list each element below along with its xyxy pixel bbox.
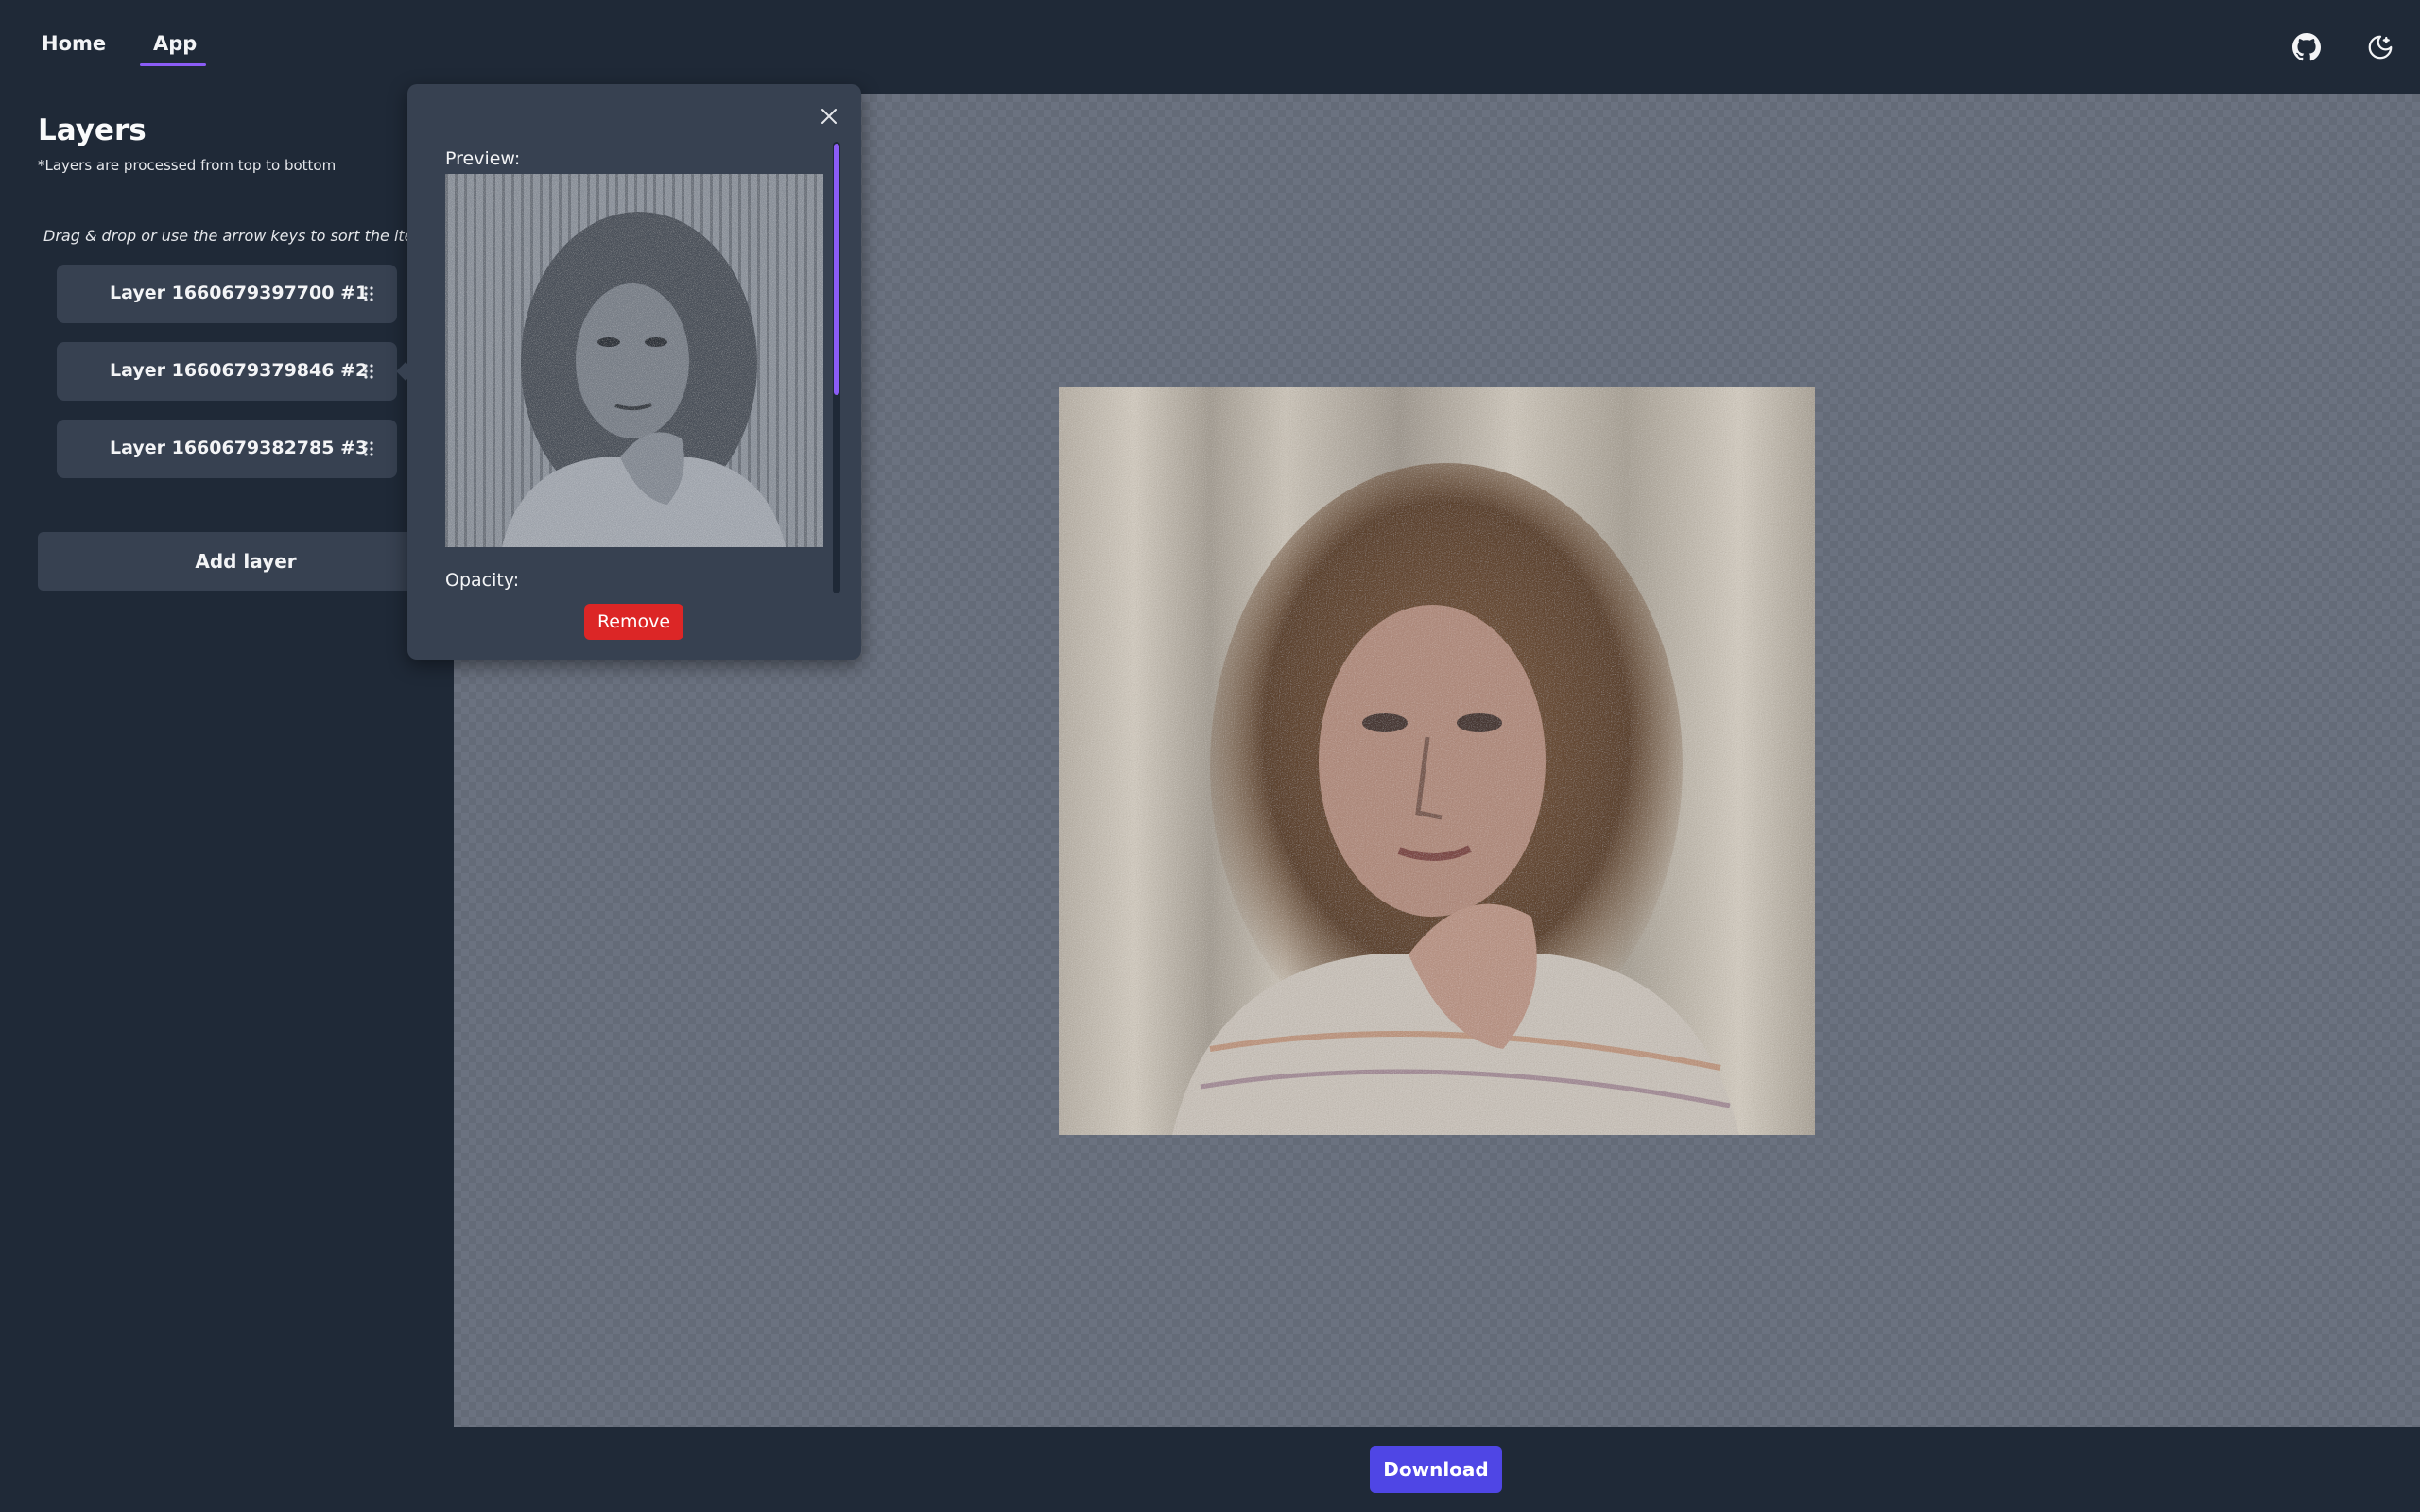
top-nav-bar: Home App <box>0 0 2420 94</box>
opacity-label: Opacity: <box>445 570 520 591</box>
github-icon[interactable] <box>2288 28 2325 66</box>
preview-image <box>445 174 823 547</box>
layer-list-item[interactable]: Layer 1660679379846 #2 <box>57 342 397 401</box>
drag-handle-icon[interactable] <box>361 439 376 458</box>
popover-scrollbar-thumb[interactable] <box>834 144 839 395</box>
layer-label: Layer 1660679397700 #1 <box>110 283 369 303</box>
layer-label: Layer 1660679382785 #3 <box>110 438 369 458</box>
close-icon[interactable] <box>815 102 843 130</box>
layer-list-item[interactable]: Layer 1660679382785 #3 <box>57 420 397 478</box>
sidebar-title: Layers <box>38 113 147 147</box>
drag-handle-icon[interactable] <box>361 284 376 303</box>
drag-handle-icon[interactable] <box>361 362 376 381</box>
add-layer-button[interactable]: Add layer <box>38 532 454 591</box>
moon-stars-icon[interactable] <box>2361 28 2399 66</box>
download-button[interactable]: Download <box>1370 1446 1502 1493</box>
layers-sidebar: Layers *Layers are processed from top to… <box>0 94 454 1427</box>
nav-home-link[interactable]: Home <box>42 32 106 55</box>
nav-app-link[interactable]: App <box>153 32 197 55</box>
layer-label: Layer 1660679379846 #2 <box>110 360 369 381</box>
layer-list-item[interactable]: Layer 1660679397700 #1 <box>57 265 397 323</box>
bottom-bar: Download <box>0 1427 2420 1512</box>
sort-hint: Drag & drop or use the arrow keys to sor… <box>43 227 437 245</box>
remove-layer-button[interactable]: Remove <box>584 604 683 640</box>
active-tab-indicator <box>140 63 206 66</box>
preview-label: Preview: <box>445 148 521 169</box>
result-image <box>1059 387 1815 1135</box>
sidebar-subtitle: *Layers are processed from top to bottom <box>38 157 337 174</box>
